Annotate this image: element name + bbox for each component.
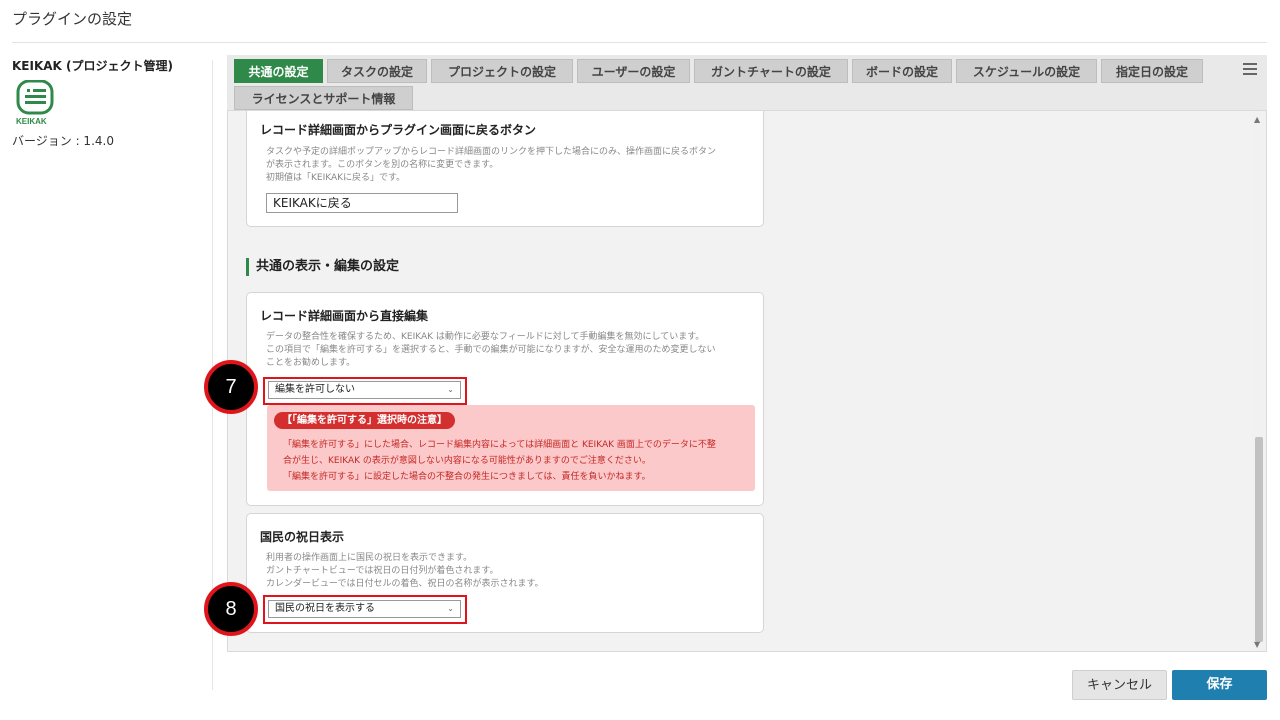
back-button-card-title: レコード詳細画面からプラグイン画面に戻るボタン (260, 123, 537, 137)
chevron-down-icon: ⌄ (447, 604, 454, 613)
settings-content-pane: レコード詳細画面からプラグイン画面に戻るボタン タスクや予定の詳細ポップアップか… (227, 110, 1267, 652)
vertical-scrollbar[interactable]: ▲ ▼ (1252, 111, 1266, 651)
title-divider (12, 42, 1267, 43)
tab-task[interactable]: タスクの設定 (327, 59, 427, 83)
warning-title: 【「編集を許可する」選択時の注意】 (274, 412, 455, 429)
save-button[interactable]: 保存 (1172, 670, 1267, 700)
plugin-name: KEIKAK (プロジェクト管理) (12, 59, 173, 73)
tab-schedule[interactable]: スケジュールの設定 (956, 59, 1097, 83)
keikak-logo-icon: KEIKAK (16, 79, 56, 126)
direct-edit-card-title: レコード詳細画面から直接編集 (260, 309, 429, 323)
step-badge-7: 7 (204, 360, 258, 414)
step-badge-8: 8 (204, 582, 258, 636)
tab-gantt[interactable]: ガントチャートの設定 (694, 59, 848, 83)
direct-edit-card-desc: データの整合性を確保するため、KEIKAK は動作に必要なフィールドに対して手動… (266, 332, 716, 368)
tab-common[interactable]: 共通の設定 (234, 59, 323, 83)
tab-specified-date[interactable]: 指定日の設定 (1101, 59, 1203, 83)
tab-user[interactable]: ユーザーの設定 (577, 59, 690, 83)
tab-board[interactable]: ボードの設定 (852, 59, 952, 83)
holiday-select[interactable]: 国民の祝日を表示する ⌄ (268, 600, 461, 618)
tab-license-support[interactable]: ライセンスとサポート情報 (234, 86, 413, 110)
logo-text: KEIKAK (16, 117, 47, 126)
cancel-button[interactable]: キャンセル (1072, 670, 1167, 700)
hamburger-menu-icon[interactable] (1243, 63, 1257, 75)
chevron-down-icon: ⌄ (447, 385, 454, 394)
back-button-card: レコード詳細画面からプラグイン画面に戻るボタン タスクや予定の詳細ポップアップか… (246, 111, 764, 227)
scroll-down-arrow-icon: ▼ (1254, 640, 1261, 649)
scrollbar-thumb (1255, 437, 1263, 642)
warning-text: 「編集を許可する」にした場合、レコード編集内容によっては詳細画面と KEIKAK… (283, 440, 716, 482)
back-button-label-input[interactable]: KEIKAKに戻る (266, 193, 458, 213)
holiday-card-title: 国民の祝日表示 (260, 530, 345, 544)
plugin-version: バージョン : 1.4.0 (12, 134, 114, 148)
edit-warning-box: 【「編集を許可する」選択時の注意】 「編集を許可する」にした場合、レコード編集内… (267, 405, 755, 491)
back-button-card-desc: タスクや予定の詳細ポップアップからレコード詳細画面のリンクを押下した場合にのみ、… (266, 147, 717, 183)
direct-edit-select[interactable]: 編集を許可しない ⌄ (268, 381, 461, 399)
section-heading: 共通の表示・編集の設定 (246, 258, 399, 276)
scroll-up-arrow-icon: ▲ (1254, 115, 1261, 124)
tab-project[interactable]: プロジェクトの設定 (431, 59, 573, 83)
holiday-card-desc: 利用者の操作画面上に国民の祝日を表示できます。 ガントチャートビューでは祝日の日… (266, 553, 544, 589)
page-title: プラグインの設定 (12, 10, 133, 28)
